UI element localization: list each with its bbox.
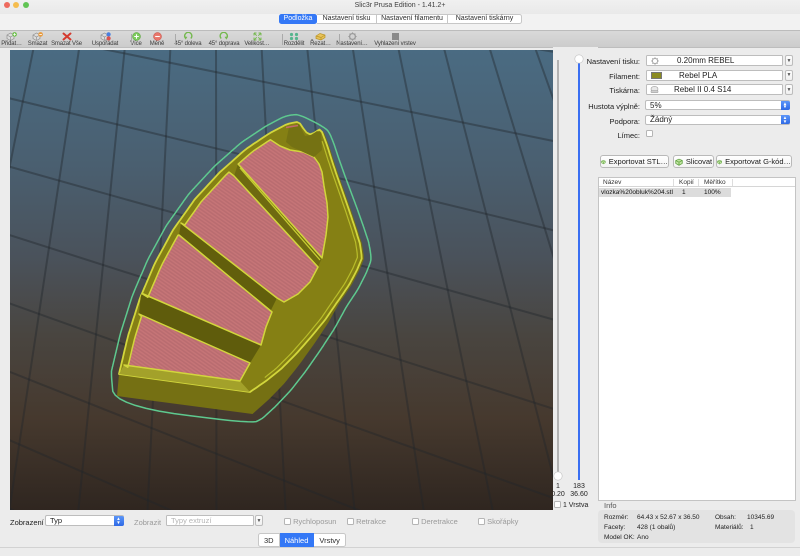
- svg-text:183: 183: [573, 483, 585, 490]
- svg-text:1: 1: [556, 483, 560, 490]
- svg-text:36.60: 36.60: [570, 491, 588, 498]
- svg-text:0.20: 0.20: [553, 491, 565, 498]
